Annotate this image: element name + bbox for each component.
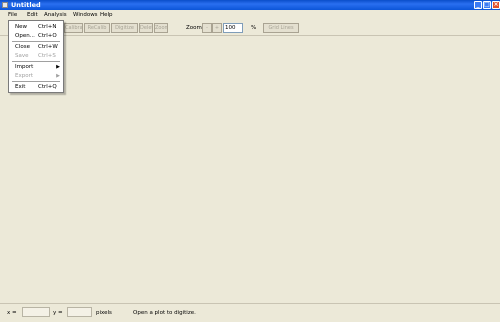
menu-separator [12, 61, 60, 62]
window-title: Untitled [11, 1, 41, 9]
y-coord-field [67, 307, 92, 317]
submenu-arrow-icon: ▶ [56, 64, 60, 70]
digitize-button[interactable]: Digitize [111, 23, 138, 33]
menu-item-exit[interactable]: Exit Ctrl+Q [9, 83, 63, 91]
zoom-unit-label: % [251, 25, 257, 31]
menu-item-export: Export ▶ [15, 73, 60, 79]
app-icon [2, 2, 8, 8]
calibrate-button[interactable]: Calibrate [64, 23, 83, 33]
menu-separator [12, 41, 60, 42]
zoom-out-button[interactable]: - [202, 23, 212, 33]
toolbar: Calibrate ReCalib Digitize Delete Zoom Z… [0, 21, 500, 36]
recalib-button[interactable]: ReCalib [84, 23, 110, 33]
menu-item-close[interactable]: Close Ctrl+W [9, 43, 63, 51]
minimize-button[interactable]: _ [474, 1, 482, 9]
file-menu-dropdown: New Ctrl+N Open... Ctrl+O Close Ctrl+W S… [8, 20, 64, 93]
zoom-in-button[interactable]: + [212, 23, 222, 33]
menu-item-save: Save Ctrl+S [15, 53, 56, 59]
zoom-value-input[interactable]: 100 [223, 23, 243, 33]
menu-item-open[interactable]: Open... Ctrl+O [9, 32, 63, 40]
title-bar[interactable]: Untitled _ □ × [0, 0, 500, 10]
menu-analysis[interactable]: Analysis [44, 11, 67, 19]
menu-edit[interactable]: Edit [27, 11, 38, 19]
menu-windows[interactable]: Windows [73, 11, 98, 19]
status-bar: x = y = pixels Open a plot to digitize. [0, 303, 500, 322]
menu-item-import[interactable]: Import ▶ [9, 63, 63, 71]
menu-file[interactable]: File [8, 11, 17, 19]
units-label: pixels [96, 310, 112, 316]
menu-separator [12, 81, 60, 82]
zoom-tool-button[interactable]: Zoom [154, 23, 168, 33]
plot-canvas[interactable] [0, 36, 500, 303]
grid-lines-button[interactable]: Grid Lines [263, 23, 299, 33]
x-coord-field [22, 307, 50, 317]
menu-item-new[interactable]: New Ctrl+N [9, 23, 63, 31]
delete-button[interactable]: Delete [139, 23, 153, 33]
zoom-label: Zoom [186, 25, 202, 31]
y-coord-label: y = [53, 310, 63, 316]
maximize-button[interactable]: □ [483, 1, 491, 9]
submenu-arrow-icon: ▶ [56, 73, 60, 79]
menu-bar: File Edit Analysis Windows Help [0, 10, 500, 20]
menu-help[interactable]: Help [100, 11, 113, 19]
close-button[interactable]: × [492, 1, 500, 9]
x-coord-label: x = [7, 310, 17, 316]
status-message: Open a plot to digitize. [133, 310, 196, 316]
